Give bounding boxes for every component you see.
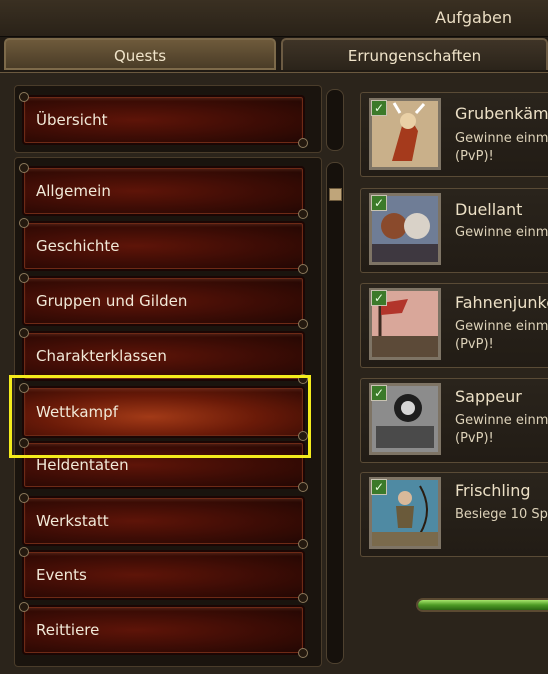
achievement-title: Frischling — [455, 481, 531, 500]
category-allgemein-button[interactable]: Allgemein — [19, 163, 308, 219]
progress-bar-fill — [418, 600, 548, 610]
window-title: Aufgaben — [435, 8, 512, 27]
achievement-title: Sappeur — [455, 387, 522, 406]
selection-highlight — [9, 375, 311, 458]
completed-check-icon: ✓ — [371, 195, 387, 211]
title-bar: Aufgaben — [0, 0, 548, 37]
overview-scrollbar[interactable] — [326, 89, 344, 151]
completed-check-icon: ✓ — [371, 100, 387, 116]
category-reittiere-button[interactable]: Reittiere — [19, 602, 308, 658]
achievement-title: Fahnenjunke — [455, 293, 548, 312]
tab-achievements[interactable]: Errungenschaften — [281, 38, 548, 70]
progress-bar — [416, 598, 548, 612]
category-events-button[interactable]: Events — [19, 547, 308, 603]
achievement-description: Gewinne einm — [455, 131, 548, 146]
completed-check-icon: ✓ — [371, 479, 387, 495]
category-werkstatt-button[interactable]: Werkstatt — [19, 493, 308, 549]
category-charakterklassen-button[interactable]: Charakterklassen — [19, 328, 308, 384]
tab-quests[interactable]: Quests — [4, 38, 276, 70]
achievement-title: Duellant — [455, 200, 523, 219]
achievement-description-line2: (PvP)! — [455, 149, 494, 164]
achievement-description: Gewinne einm — [455, 413, 548, 428]
category-gruppen-button[interactable]: Gruppen und Gilden — [19, 273, 308, 329]
completed-check-icon: ✓ — [371, 385, 387, 401]
achievement-description-line2: (PvP)! — [455, 337, 494, 352]
category-scrollbar[interactable] — [326, 162, 344, 664]
category-overview-button[interactable]: Übersicht — [19, 92, 308, 148]
achievement-description: Besiege 10 Sp — [455, 507, 548, 522]
scrollbar-thumb[interactable] — [329, 188, 342, 201]
achievement-description: Gewinne einm — [455, 319, 548, 334]
achievement-title: Grubenkämpf — [455, 104, 548, 123]
achievement-description: Gewinne einm — [455, 225, 548, 240]
category-geschichte-button[interactable]: Geschichte — [19, 218, 308, 274]
completed-check-icon: ✓ — [371, 290, 387, 306]
achievement-description-line2: (PvP)! — [455, 431, 494, 446]
